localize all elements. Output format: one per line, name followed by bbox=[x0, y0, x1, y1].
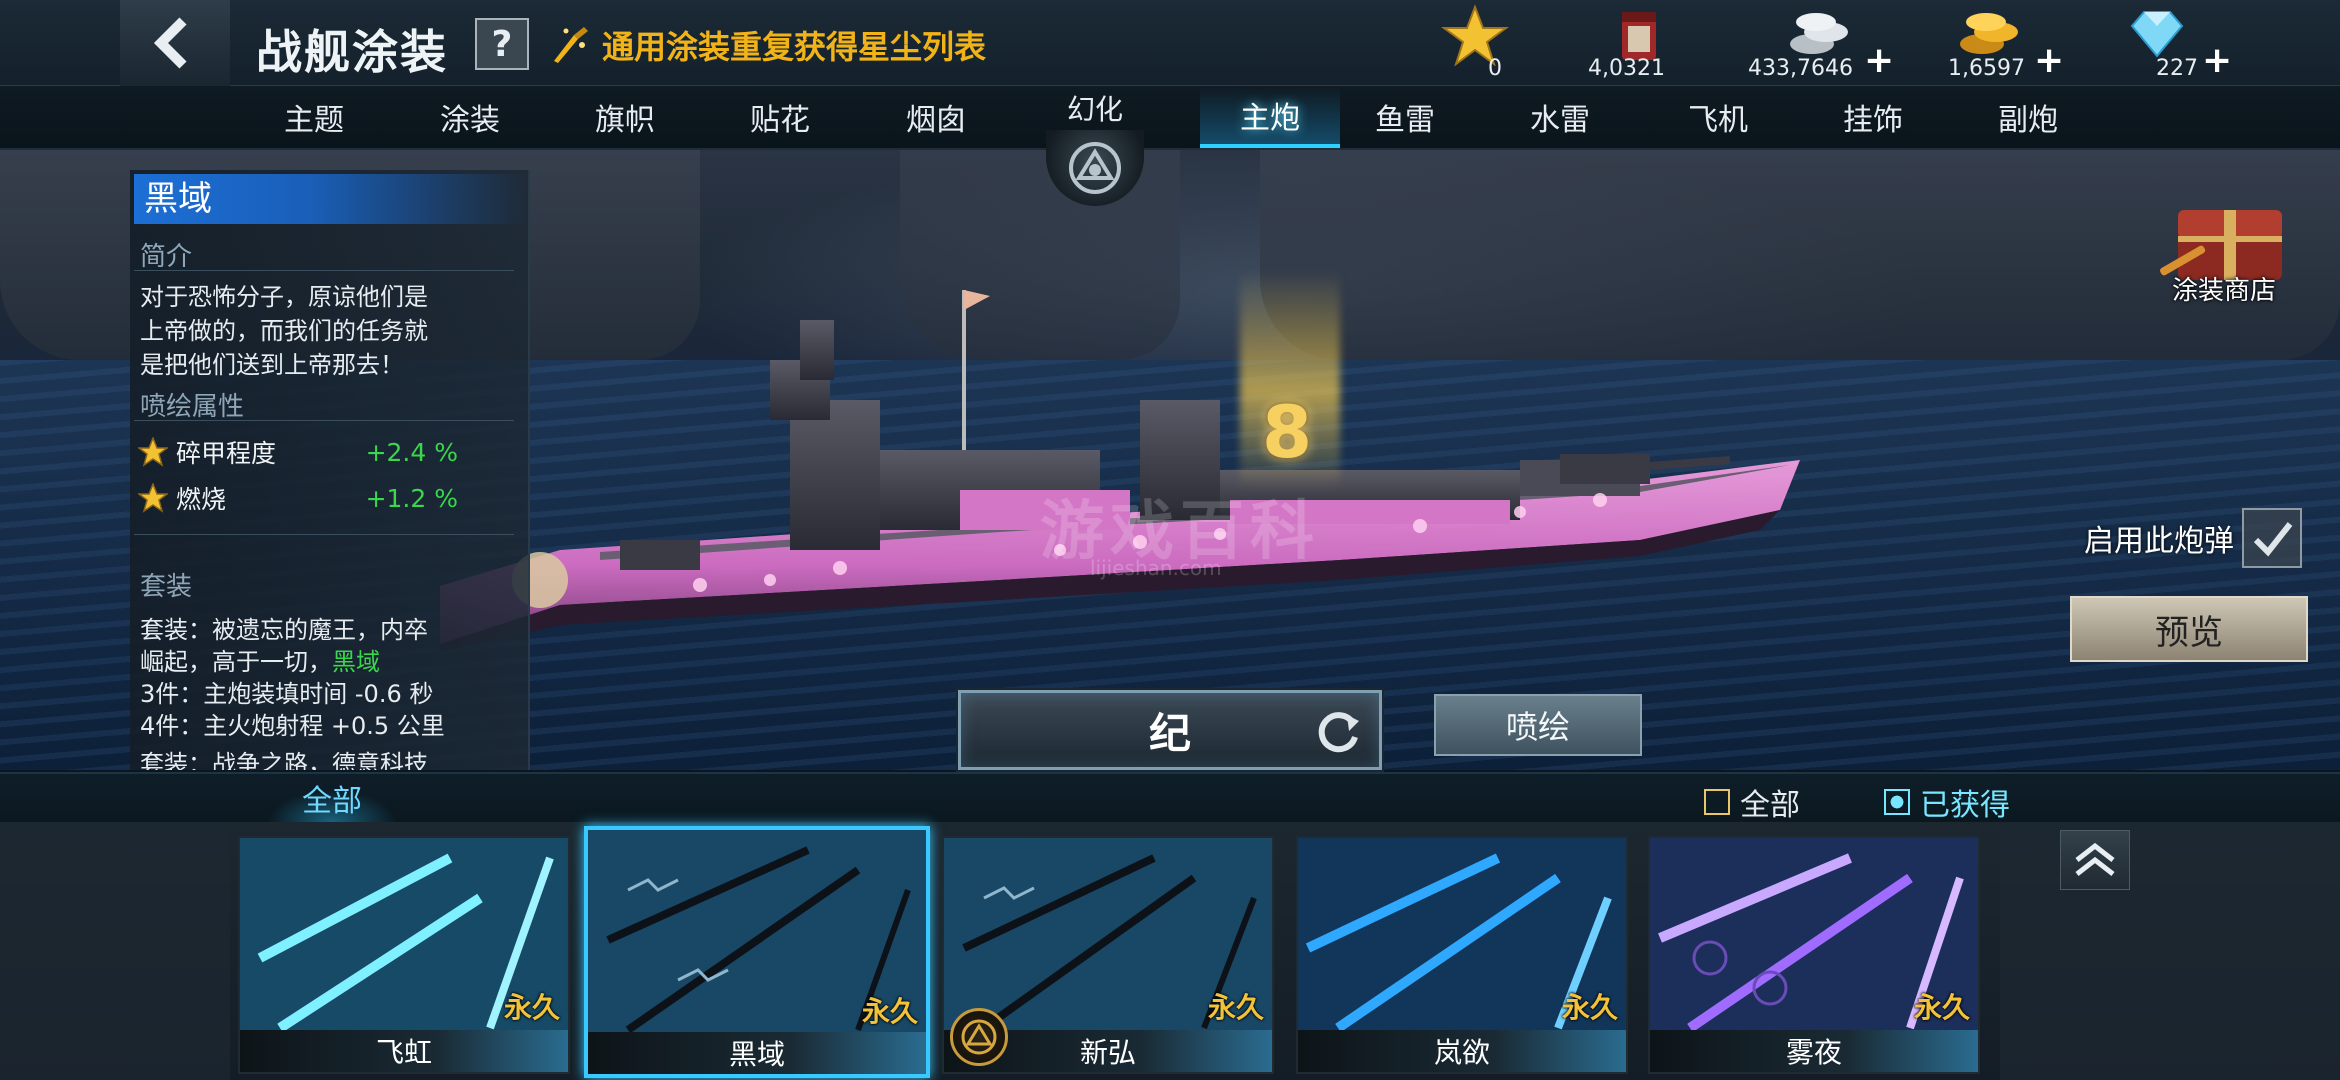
preview-button[interactable]: 预览 bbox=[2070, 596, 2308, 662]
checkmark-icon bbox=[2253, 522, 2293, 557]
skin-info-panel: 黑域 简介 对于恐怖分子，原谅他们是 上帝做的，而我们的任务就 是把他们送到上帝… bbox=[130, 170, 530, 770]
tab-aircraft[interactable]: 飞机 bbox=[1648, 86, 1788, 148]
attr-title: 喷绘属性 bbox=[140, 392, 245, 422]
strip-right-shade bbox=[2000, 822, 2340, 1080]
collapse-list-button[interactable] bbox=[2060, 830, 2130, 890]
use-shell-label: 启用此炮弹 bbox=[2084, 524, 2234, 559]
tab-main-gun[interactable]: 主炮 bbox=[1200, 86, 1340, 148]
skin-card[interactable]: 永久 新弘 bbox=[942, 836, 1274, 1074]
tab-torpedo[interactable]: 鱼雷 bbox=[1335, 86, 1475, 148]
refresh-name-button[interactable] bbox=[1311, 705, 1365, 759]
tab-secondary-gun[interactable]: 副炮 bbox=[1958, 86, 2098, 148]
filter-owned-checkbox[interactable] bbox=[1884, 789, 1910, 815]
skin-card-name: 岚欲 bbox=[1298, 1030, 1626, 1072]
rank-digit: 8 bbox=[1262, 390, 1313, 474]
filter-category-all[interactable]: 全部 bbox=[262, 774, 402, 822]
double-chevron-up-icon bbox=[2075, 842, 2115, 876]
set-description: 崛起，高于一切，黑域 bbox=[140, 648, 380, 676]
add-diamond-button[interactable]: + bbox=[2202, 40, 2232, 81]
permanent-tag: 永久 bbox=[1561, 991, 1618, 1024]
skin-card-selected[interactable]: 永久 黑域 bbox=[584, 826, 930, 1078]
refresh-icon bbox=[1318, 712, 1359, 753]
tab-mine[interactable]: 水雷 bbox=[1490, 86, 1630, 148]
skin-card[interactable]: 永久 岚欲 bbox=[1296, 836, 1628, 1074]
currency-star: 0 bbox=[1440, 0, 1520, 86]
filter-all-label: 全部 bbox=[1740, 788, 1800, 823]
intro-line: 对于恐怖分子，原谅他们是 bbox=[140, 283, 428, 311]
back-button[interactable] bbox=[120, 0, 230, 86]
filter-all-checkbox[interactable] bbox=[1704, 789, 1730, 815]
top-bar: 战舰涂装 ? 通用涂装重复获得星尘列表 0 4,0321 433,7646 + bbox=[0, 0, 2340, 86]
skin-card-name: 黑域 bbox=[588, 1032, 926, 1074]
star-icon bbox=[138, 483, 168, 513]
page-title: 战舰涂装 bbox=[256, 25, 448, 79]
set-title: 套装 bbox=[140, 572, 193, 602]
use-shell-toggle[interactable]: 启用此炮弹 bbox=[2084, 508, 2302, 568]
intro-line: 上帝做的，而我们的任务就 bbox=[140, 317, 428, 345]
permanent-tag: 永久 bbox=[1913, 991, 1970, 1024]
spray-button[interactable]: 喷绘 bbox=[1434, 694, 1642, 756]
battleship-model bbox=[440, 290, 1800, 652]
strip-left-shade bbox=[0, 822, 230, 1080]
tab-phantom[interactable]: 幻化 bbox=[1040, 86, 1150, 206]
skin-card[interactable]: 永久 飞虹 bbox=[238, 836, 570, 1074]
tab-paint[interactable]: 涂装 bbox=[400, 86, 540, 148]
use-shell-checkbox[interactable] bbox=[2242, 508, 2302, 568]
category-tabs: 主题 涂装 旗帜 贴花 烟囱 主炮 鱼雷 水雷 飞机 挂饰 副炮 bbox=[0, 86, 2340, 150]
tab-theme[interactable]: 主题 bbox=[244, 86, 384, 148]
set-description-2: 套装：战争之路，德意科技 bbox=[140, 750, 428, 770]
attribute-bonus: +2.4 % bbox=[365, 437, 458, 467]
intro-title: 简介 bbox=[140, 242, 193, 272]
currency-paint: 4,0321 bbox=[1580, 0, 1700, 86]
stardust-list-link[interactable]: 通用涂装重复获得星尘列表 bbox=[548, 22, 986, 68]
permanent-tag: 永久 bbox=[1207, 991, 1264, 1024]
tab-ornament[interactable]: 挂饰 bbox=[1803, 86, 1943, 148]
tab-flag[interactable]: 旗帜 bbox=[555, 86, 695, 148]
star-icon bbox=[138, 437, 168, 467]
add-gold-button[interactable]: + bbox=[2034, 40, 2064, 81]
skin-card-name: 雾夜 bbox=[1650, 1030, 1978, 1072]
skin-card-name: 飞虹 bbox=[240, 1030, 568, 1072]
stardust-list-label: 通用涂装重复获得星尘列表 bbox=[602, 28, 987, 66]
permanent-tag: 永久 bbox=[503, 991, 560, 1024]
skin-name: 黑域 bbox=[134, 174, 526, 224]
set-description: 套装：被遗忘的魔王，内卒 bbox=[140, 616, 428, 644]
currency-silver: 433,7646 + bbox=[1740, 0, 1894, 86]
filter-owned-label: 已获得 bbox=[1920, 788, 2010, 823]
currency-gold: 1,6597 + bbox=[1940, 0, 2064, 86]
skin-card[interactable]: 永久 雾夜 bbox=[1648, 836, 1980, 1074]
phantom-badge bbox=[950, 1008, 1008, 1066]
currency-diamond: 227 + bbox=[2110, 0, 2232, 86]
set-bonus-3: 3件：主炮装填时间 -0.6 秒 bbox=[140, 680, 434, 708]
permanent-tag: 永久 bbox=[861, 995, 918, 1028]
back-arrow-icon bbox=[153, 17, 187, 69]
help-button[interactable]: ? bbox=[475, 18, 529, 70]
filter-owned-option[interactable]: 已获得 bbox=[1884, 780, 2010, 824]
attribute-bonus: +1.2 % bbox=[365, 483, 458, 513]
sparkle-broom-icon bbox=[554, 27, 588, 63]
add-silver-button[interactable]: + bbox=[1864, 40, 1894, 81]
attribute-name: 碎甲程度 bbox=[176, 439, 277, 468]
phantom-tab-label: 幻化 bbox=[1066, 93, 1123, 126]
tab-funnel[interactable]: 烟囱 bbox=[866, 86, 1006, 148]
filter-all-option[interactable]: 全部 bbox=[1704, 780, 1800, 824]
intro-text: 对于恐怖分子，原谅他们是 上帝做的，而我们的任务就 是把他们送到上帝那去！ bbox=[140, 280, 480, 382]
phantom-emblem-icon bbox=[961, 1019, 997, 1055]
attribute-row: 碎甲程度 +2.4 % bbox=[138, 434, 518, 470]
intro-line: 是把他们送到上帝那去！ bbox=[140, 351, 404, 379]
attribute-name: 燃烧 bbox=[176, 485, 227, 514]
paint-shop-label: 涂装商店 bbox=[2172, 276, 2277, 306]
attribute-row: 燃烧 +1.2 % bbox=[138, 480, 518, 516]
phantom-emblem-icon bbox=[1069, 142, 1121, 194]
set-highlight: 黑域 bbox=[332, 648, 380, 676]
skin-name-plate: 纪 bbox=[958, 690, 1382, 770]
paint-shop-button[interactable]: 涂装商店 bbox=[2150, 180, 2300, 310]
name-plate-text: 纪 bbox=[1148, 708, 1191, 758]
filter-bar: 全部 全部 已获得 bbox=[0, 772, 2340, 824]
tab-decal[interactable]: 贴花 bbox=[710, 86, 850, 148]
watermark-url: lijieshan.com bbox=[1090, 556, 1222, 580]
set-bonus-4: 4件：主火炮射程 +0.5 公里 bbox=[140, 712, 445, 740]
